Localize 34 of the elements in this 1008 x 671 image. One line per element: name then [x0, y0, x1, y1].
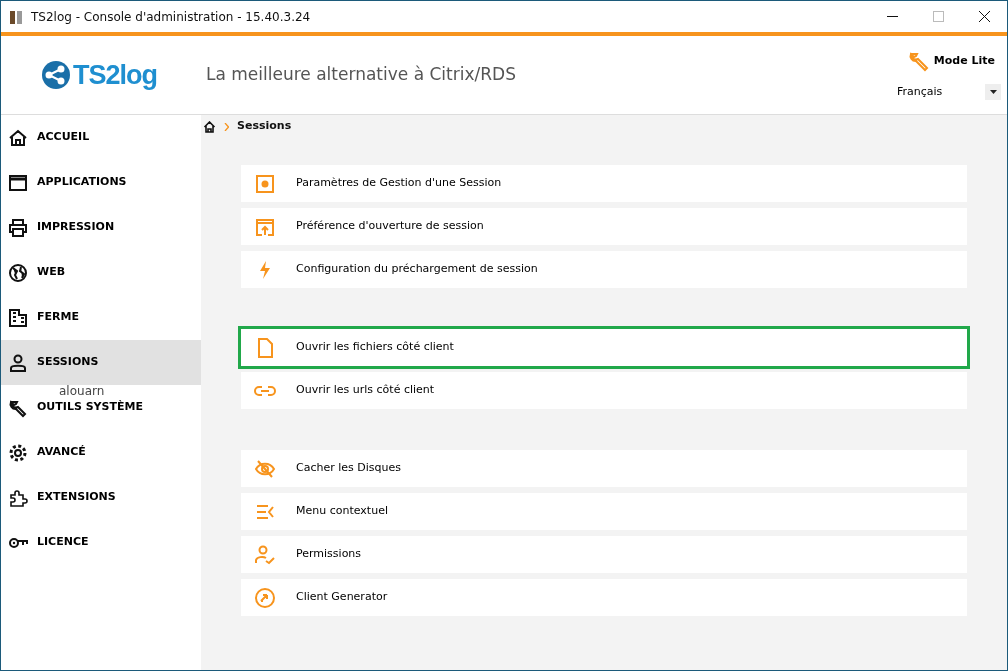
maximize-icon	[932, 11, 944, 22]
home-icon	[8, 127, 28, 148]
mode-lite-button[interactable]: Mode Lite	[907, 49, 995, 72]
tagline: La meilleure alternative à Citrix/RDS	[206, 63, 516, 87]
person-check-icon	[254, 543, 276, 566]
window-title: TS2log - Console d'administration - 15.40.3.24	[31, 8, 311, 26]
breadcrumb-current: Sessions	[237, 118, 292, 135]
settings-entry[interactable]: Configuration du préchargement de session	[241, 251, 967, 288]
person-icon	[8, 352, 28, 373]
settings-entry[interactable]: Préférence d'ouverture de session	[241, 208, 967, 245]
settings-entry[interactable]: Menu contextuel	[241, 493, 967, 530]
gear-icon	[254, 172, 276, 195]
gear-icon	[8, 442, 28, 463]
logo-icon	[41, 60, 71, 90]
chevron-icon	[224, 122, 229, 131]
globe-icon	[8, 262, 28, 283]
app-icon	[9, 8, 23, 25]
language-dropdown[interactable]: Français	[897, 83, 1001, 101]
logo-text: TS2log	[73, 58, 157, 92]
window-icon	[8, 172, 28, 193]
settings-entry[interactable]: Client Generator	[241, 579, 967, 616]
settings-entry[interactable]: Paramètres de Gestion d'une Session	[241, 165, 967, 202]
settings-entry[interactable]: Ouvrir les fichiers côté client	[241, 329, 967, 366]
puzzle-icon	[8, 487, 28, 508]
home-icon[interactable]	[203, 120, 216, 133]
settings-entry[interactable]: Permissions	[241, 536, 967, 573]
printer-icon	[8, 217, 28, 238]
minimize-icon	[886, 15, 898, 18]
settings-entry[interactable]: Ouvrir les urls côté client	[241, 372, 967, 409]
settings-entry[interactable]: Cacher les Disques	[241, 450, 967, 487]
building-icon	[8, 307, 28, 328]
close-icon	[978, 11, 990, 22]
sidebar-item[interactable]: SESSIONS	[1, 340, 201, 385]
caret-icon	[989, 90, 997, 94]
